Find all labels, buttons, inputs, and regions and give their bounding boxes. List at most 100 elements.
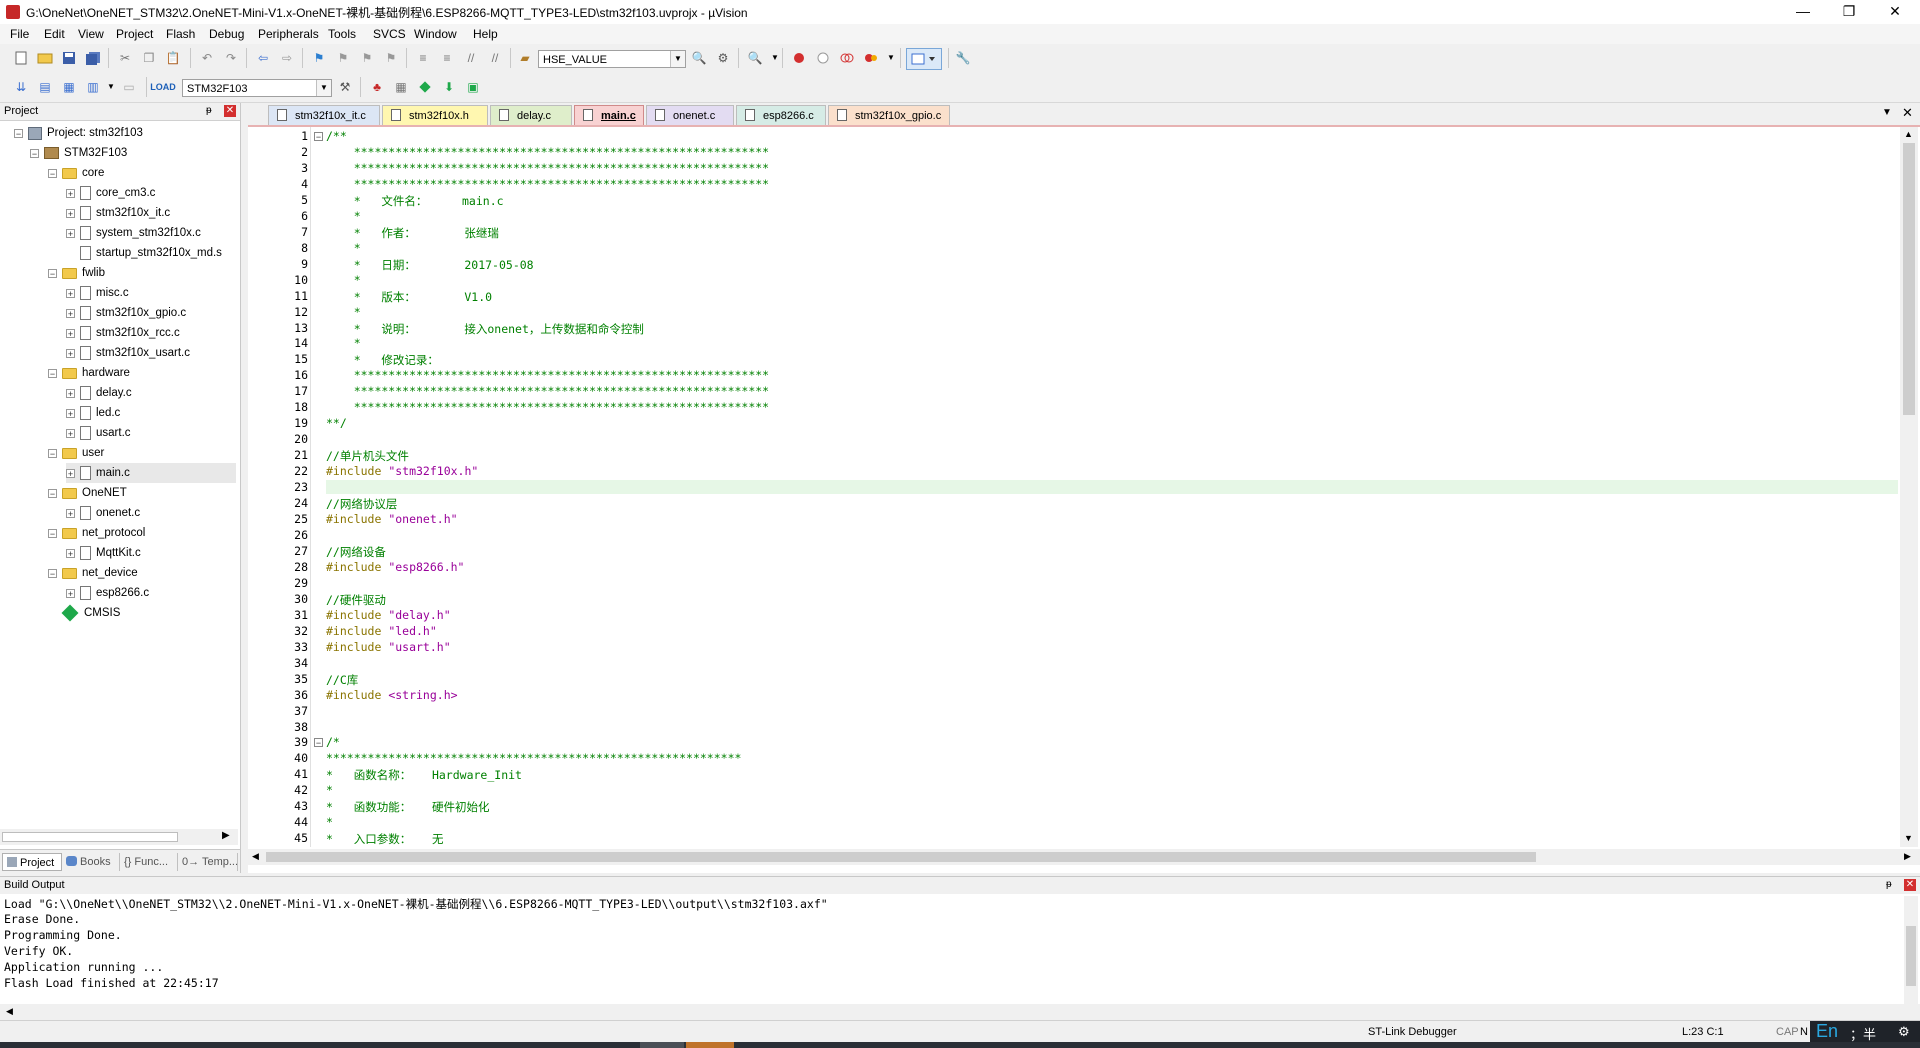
tree-item[interactable]: − fwlib <box>48 263 105 283</box>
tab-functions[interactable]: {} Func... <box>120 853 178 871</box>
scroll-left-icon[interactable]: ◀ <box>252 851 259 862</box>
close-tab-icon[interactable]: ✕ <box>1902 105 1913 121</box>
minimize-button[interactable]: — <box>1780 0 1826 24</box>
bookmark-toggle-icon[interactable]: ⚑ <box>310 49 328 67</box>
tree-item[interactable]: − STM32F103 <box>30 143 127 163</box>
maximize-button[interactable]: ❐ <box>1826 0 1872 24</box>
expand-icon[interactable]: + <box>66 348 75 358</box>
incremental-find-icon[interactable]: ⚙ <box>714 49 732 67</box>
scroll-right-icon[interactable]: ▶ <box>222 830 230 841</box>
ime-toolbar[interactable]: En ；半 ⚙ <box>1810 1021 1920 1043</box>
batch-build-icon[interactable]: ▥ <box>84 78 102 96</box>
collapse-icon[interactable]: − <box>14 128 23 138</box>
output-vscrollbar[interactable] <box>1904 896 1918 1004</box>
chevron-down-icon[interactable]: ▼ <box>670 51 685 67</box>
tree-item[interactable]: + MqttKit.c <box>66 543 141 563</box>
debug-session-icon[interactable]: 🔍 <box>746 49 764 67</box>
collapse-icon[interactable]: − <box>48 268 57 278</box>
collapse-icon[interactable]: − <box>48 168 57 178</box>
tab-list-chevron-icon[interactable]: ▼ <box>1882 107 1892 118</box>
tree-item[interactable]: + system_stm32f10x.c <box>66 223 201 243</box>
redo-icon[interactable]: ↷ <box>222 49 240 67</box>
select-packs-icon[interactable]: ▦ <box>392 78 410 96</box>
expand-icon[interactable]: + <box>66 288 75 298</box>
open-folder-icon[interactable] <box>36 49 54 67</box>
indent-icon[interactable]: ≡ <box>414 49 432 67</box>
expand-icon[interactable]: + <box>66 588 75 598</box>
uncomment-icon[interactable]: // <box>486 49 504 67</box>
tree-item[interactable]: + core_cm3.c <box>66 183 155 203</box>
menu-edit[interactable]: Edit <box>44 27 65 41</box>
editor-tab[interactable]: stm32f10x_it.c <box>268 105 380 125</box>
unindent-icon[interactable]: ≡ <box>438 49 456 67</box>
close-icon[interactable]: ✕ <box>1904 879 1916 891</box>
menu-tools[interactable]: Tools <box>328 27 356 41</box>
breakpoint-insert-icon[interactable] <box>790 49 808 67</box>
scroll-up-icon[interactable]: ▲ <box>1904 129 1913 139</box>
hscroll-thumb[interactable] <box>266 852 1536 862</box>
scroll-left-icon[interactable]: ◀ <box>6 1006 13 1017</box>
menu-view[interactable]: View <box>78 27 104 41</box>
build-output-panel[interactable]: Load "G:\\OneNet\\OneNET_STM32\\2.OneNET… <box>0 894 1920 1004</box>
expand-icon[interactable]: + <box>66 468 75 478</box>
menu-window[interactable]: Window <box>414 27 457 41</box>
breakpoint-disable-all-icon[interactable] <box>838 49 856 67</box>
tree-item[interactable]: − core <box>48 163 104 183</box>
tree-item[interactable]: + usart.c <box>66 423 131 443</box>
stop-build-icon[interactable]: ▭ <box>120 78 138 96</box>
tree-item[interactable]: − Project: stm32f103 <box>14 123 143 143</box>
tree-item[interactable]: + misc.c <box>66 283 129 303</box>
output-hscrollbar[interactable]: ◀ <box>0 1004 1920 1020</box>
paste-icon[interactable]: 📋 <box>164 49 182 67</box>
tree-item[interactable]: − net_protocol <box>48 523 145 543</box>
collapse-icon[interactable]: − <box>48 528 57 538</box>
find-combo-box[interactable]: HSE_VALUE ▼ <box>538 50 686 68</box>
translate-icon[interactable]: ⇊ <box>12 78 30 96</box>
close-icon[interactable]: ✕ <box>224 105 236 117</box>
breakpoint-enable-icon[interactable] <box>814 49 832 67</box>
copy-icon[interactable]: ❐ <box>140 49 158 67</box>
ime-settings-icon[interactable]: ⚙ <box>1898 1024 1910 1040</box>
save-all-icon[interactable] <box>84 49 102 67</box>
scroll-down-icon[interactable]: ▼ <box>1904 833 1913 843</box>
undo-icon[interactable]: ↶ <box>198 49 216 67</box>
expand-icon[interactable]: + <box>66 308 75 318</box>
manage-project-items-icon[interactable]: ♣ <box>368 78 386 96</box>
pack-update-icon[interactable]: ▣ <box>464 78 482 96</box>
find-in-files-icon[interactable]: ▰ <box>516 49 534 67</box>
collapse-icon[interactable]: − <box>30 148 39 158</box>
tree-item[interactable]: + main.c <box>66 463 236 483</box>
editor-tab[interactable]: delay.c <box>490 105 572 125</box>
fold-icon[interactable]: − <box>314 132 323 142</box>
target-select[interactable]: STM32F103 ▼ <box>182 79 332 97</box>
vscroll-thumb[interactable] <box>1903 143 1915 415</box>
window-layout-icon[interactable] <box>906 48 942 70</box>
save-icon[interactable] <box>60 49 78 67</box>
comment-icon[interactable]: // <box>462 49 480 67</box>
tab-books[interactable]: Books <box>62 853 120 871</box>
chevron-down-icon[interactable]: ▼ <box>316 80 331 96</box>
manage-run-time-icon[interactable] <box>416 78 434 96</box>
menu-project[interactable]: Project <box>116 27 153 41</box>
configure-icon[interactable]: 🔧 <box>954 49 972 67</box>
taskbar-item[interactable] <box>686 1042 734 1048</box>
ime-language[interactable]: En <box>1816 1021 1838 1042</box>
scroll-thumb[interactable] <box>2 832 178 842</box>
rebuild-icon[interactable]: ▦ <box>60 78 78 96</box>
tree-item[interactable]: + delay.c <box>66 383 132 403</box>
expand-icon[interactable]: + <box>66 508 75 518</box>
tab-templates[interactable]: 0→ Temp... <box>178 853 238 871</box>
chevron-down-icon[interactable]: ▼ <box>102 78 120 96</box>
new-file-icon[interactable] <box>12 49 30 67</box>
collapse-icon[interactable]: − <box>48 368 57 378</box>
tree-item[interactable]: − net_device <box>48 563 138 583</box>
chevron-down-icon[interactable]: ▼ <box>882 49 900 67</box>
navigate-back-icon[interactable]: ⇦ <box>254 49 272 67</box>
tree-item[interactable]: + stm32f10x_usart.c <box>66 343 190 363</box>
editor-tab[interactable]: main.c <box>574 105 644 125</box>
editor-tab[interactable]: esp8266.c <box>736 105 826 125</box>
tree-item[interactable]: + led.c <box>66 403 120 423</box>
tree-item[interactable]: CMSIS <box>48 603 120 623</box>
tree-item[interactable]: + onenet.c <box>66 503 140 523</box>
expand-icon[interactable]: + <box>66 388 75 398</box>
